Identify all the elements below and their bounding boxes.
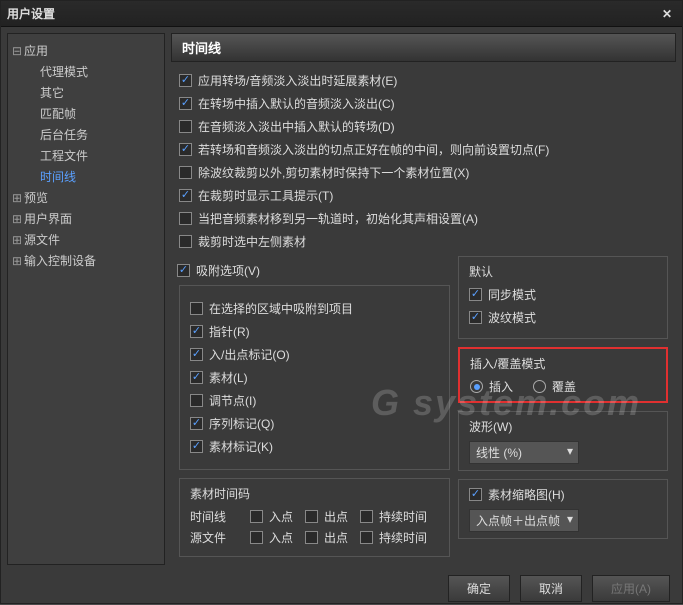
thumb-group: 素材缩略图(H) 入点帧＋出点帧 — [458, 479, 668, 539]
thumb-select[interactable]: 入点帧＋出点帧 — [469, 509, 579, 532]
waveform-select[interactable]: 线性 (%) — [469, 441, 579, 464]
waveform-group: 波形(W) 线性 (%) — [458, 411, 668, 471]
titlebar: 用户设置 ✕ — [1, 1, 682, 27]
cancel-button[interactable]: 取消 — [520, 575, 582, 602]
cb-snap[interactable] — [177, 264, 190, 277]
timecode-group: 素材时间码 时间线 入点 出点 持续时间 源文件 入点 出点 — [179, 478, 450, 557]
close-icon[interactable]: ✕ — [658, 7, 676, 21]
ok-button[interactable]: 确定 — [448, 575, 510, 602]
tree-item-bgtask[interactable]: 后台任务 — [12, 124, 160, 145]
tree-item-project[interactable]: 工程文件 — [12, 145, 160, 166]
cb-snap-seqmark[interactable] — [190, 417, 203, 430]
mode-group: 插入/覆盖模式 插入 覆盖 — [458, 347, 668, 403]
cb-extend[interactable] — [179, 74, 192, 87]
nav-tree: ⊟应用 代理模式 其它 匹配帧 后台任务 工程文件 时间线 ⊞预览 ⊞用户界面 … — [7, 33, 165, 565]
window-title: 用户设置 — [7, 5, 55, 22]
tree-item-preview[interactable]: ⊞预览 — [12, 187, 160, 208]
tree-item-source[interactable]: ⊞源文件 — [12, 229, 160, 250]
cb-tc-tl-in[interactable] — [250, 510, 263, 523]
cb-snap-pointer[interactable] — [190, 325, 203, 338]
cb-tooltip[interactable] — [179, 189, 192, 202]
tree-item-match[interactable]: 匹配帧 — [12, 103, 160, 124]
cb-snap-clip[interactable] — [190, 371, 203, 384]
footer: 确定 取消 应用(A) — [1, 571, 682, 605]
cb-init-pan[interactable] — [179, 212, 192, 225]
cb-default-trans[interactable] — [179, 120, 192, 133]
cb-tc-tl-out[interactable] — [305, 510, 318, 523]
snap-group: 在选择的区域中吸附到项目 指针(R) 入/出点标记(O) 素材(L) 调节点(I… — [179, 285, 450, 470]
cb-snap-inout[interactable] — [190, 348, 203, 361]
cb-thumb[interactable] — [469, 488, 482, 501]
cb-snap-adjust[interactable] — [190, 394, 203, 407]
defaults-group: 默认 同步模式 波纹模式 — [458, 256, 668, 339]
tree-item-ui[interactable]: ⊞用户界面 — [12, 208, 160, 229]
radio-insert[interactable] — [470, 380, 483, 393]
tree-item-input[interactable]: ⊞输入控制设备 — [12, 250, 160, 271]
cb-tc-tl-dur[interactable] — [360, 510, 373, 523]
tree-item-timeline[interactable]: 时间线 — [12, 166, 160, 187]
tree-item-proxy[interactable]: 代理模式 — [12, 61, 160, 82]
cb-snap-clipmark[interactable] — [190, 440, 203, 453]
cb-tc-src-out[interactable] — [305, 531, 318, 544]
apply-button[interactable]: 应用(A) — [592, 575, 670, 602]
section-title: 时间线 — [171, 33, 676, 62]
cb-tc-src-in[interactable] — [250, 531, 263, 544]
radio-overwrite[interactable] — [533, 380, 546, 393]
cb-sync[interactable] — [469, 288, 482, 301]
cb-cutpoint[interactable] — [179, 143, 192, 156]
cb-ripple[interactable] — [179, 166, 192, 179]
cb-default-audio[interactable] — [179, 97, 192, 110]
cb-snap-region[interactable] — [190, 302, 203, 315]
cb-select-left[interactable] — [179, 235, 192, 248]
tree-item-other[interactable]: 其它 — [12, 82, 160, 103]
tree-item-app[interactable]: ⊟应用 — [12, 40, 160, 61]
cb-ripple-mode[interactable] — [469, 311, 482, 324]
cb-tc-src-dur[interactable] — [360, 531, 373, 544]
